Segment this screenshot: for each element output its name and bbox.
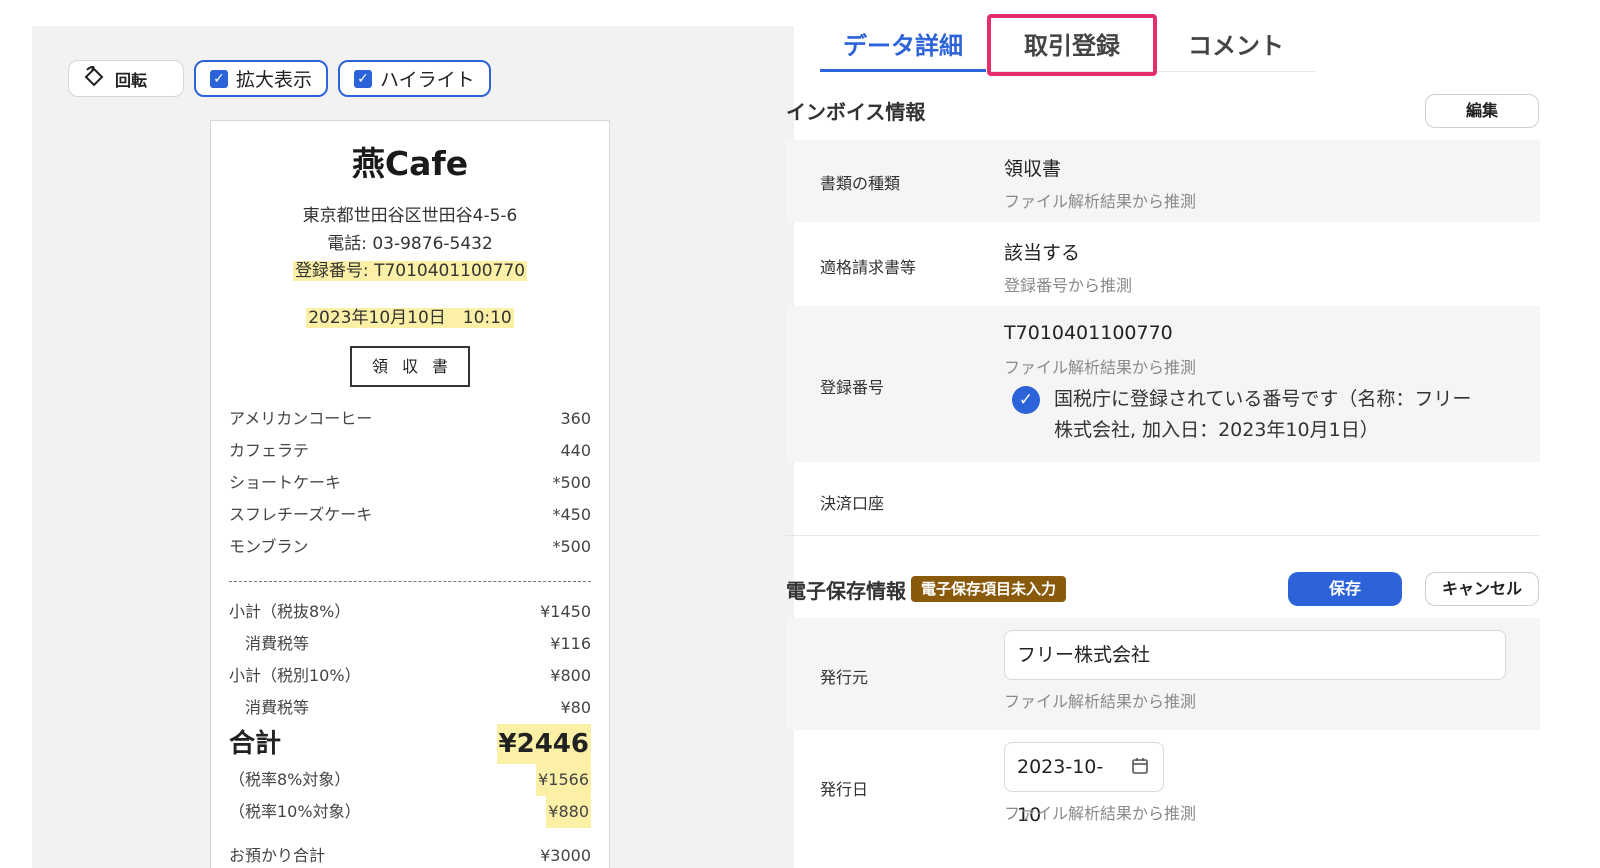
receipt-registration: 登録番号: T7010401100770 (292, 261, 528, 281)
tax-8-label: 消費税等 (245, 634, 310, 653)
receipt-address: 東京都世田谷区世田谷4-5-6 (302, 206, 518, 226)
receipt-phone: 電話: 03-9876-5432 (327, 234, 493, 254)
receipt-items: アメリカンコーヒー 360 カフェラテ 440 ショートケーキ *500 スフレチーズ… (211, 403, 609, 563)
total-value: ¥2446 (496, 724, 591, 764)
item-price: 360 (560, 409, 591, 428)
item-price: *450 (552, 505, 591, 524)
subtotal-8-label: 小計（税抜8%） (229, 602, 351, 621)
rate-10-row: （税率10%対象） ¥880 (229, 796, 591, 828)
calendar-icon[interactable] (1131, 757, 1149, 780)
tab-comment[interactable]: コメント (1156, 22, 1316, 72)
zoom-toggle[interactable]: ✓ 拡大表示 (194, 60, 329, 97)
rotate-label: 回転 (115, 70, 148, 90)
doc-type-value: 領収書 (1004, 158, 1062, 180)
estorage-section-title: 電子保存情報 (786, 579, 906, 603)
highlight-toggle[interactable]: ✓ ハイライト (338, 60, 491, 97)
tax-8-value: ¥116 (550, 634, 591, 653)
checkbox-checked-icon: ✓ (210, 69, 228, 88)
highlight-box (987, 14, 1157, 76)
save-button[interactable]: 保存 (1288, 572, 1402, 606)
edit-button[interactable]: 編集 (1425, 94, 1539, 128)
subtotal-8-value: ¥1450 (540, 602, 591, 621)
issue-date-note: ファイル解析結果から推測 (1004, 804, 1197, 823)
qualified-note: 登録番号から推測 (1004, 276, 1133, 295)
account-label: 決済口座 (820, 494, 885, 513)
preview-toolbar: 回転 ✓ 拡大表示 ✓ ハイライト (68, 60, 491, 97)
registration-verify: ✓ 国税庁に登録されている番号です（名称：フリー株式会社, 加入日：2023年1… (1012, 384, 1482, 446)
highlight-label: ハイライト (380, 69, 475, 91)
check-circle-icon: ✓ (1012, 386, 1040, 414)
receipt-shop-name: 燕Cafe (351, 144, 469, 183)
deposit-value: ¥3000 (540, 846, 591, 865)
rate-8-value: ¥1566 (536, 764, 591, 796)
issue-date-input[interactable]: 2023-10-10 (1004, 742, 1164, 826)
checkbox-checked-icon: ✓ (354, 69, 373, 88)
list-item: アメリカンコーヒー 360 (229, 403, 591, 435)
item-name: カフェラテ (229, 441, 310, 460)
item-price: *500 (552, 473, 591, 492)
invoice-section-title: インボイス情報 (786, 100, 926, 124)
status-badge: 電子保存項目未入力 (911, 576, 1067, 602)
rate-8-label: （税率8%対象） (229, 770, 351, 789)
qualified-value: 該当する (1004, 242, 1081, 264)
receipt-rates: （税率8%対象） ¥1566 （税率10%対象） ¥880 お預かり合計 ¥3000 (211, 764, 609, 868)
total-label: 合計 (229, 729, 282, 759)
receipt-datetime: 2023年10月10日 10:10 (306, 308, 514, 328)
item-name: ショートケーキ (229, 473, 342, 492)
doc-type-label: 書類の種類 (820, 174, 901, 193)
cancel-button[interactable]: キャンセル (1425, 572, 1539, 606)
zoom-label: 拡大表示 (236, 69, 313, 91)
preview-pane: 回転 ✓ 拡大表示 ✓ ハイライト 燕Cafe 東京都世田谷区世田谷4-5-6 … (32, 26, 794, 868)
rate-10-value: ¥880 (546, 796, 591, 828)
registration-note: ファイル解析結果から推測 (1004, 358, 1197, 377)
rotate-button[interactable]: 回転 (68, 60, 184, 97)
subtotal-10-label: 小計（税別10%） (229, 666, 361, 685)
tax-10-row: 消費税等 ¥80 (229, 692, 591, 724)
issuer-note: ファイル解析結果から推測 (1004, 692, 1197, 711)
account-row: 決済口座 (786, 462, 1540, 536)
receipt-subtotals: 小計（税抜8%） ¥1450 消費税等 ¥116 小計（税別10%） ¥800 消費税… (211, 596, 609, 724)
doc-type-row: 書類の種類 領収書 ファイル解析結果から推測 (786, 140, 1540, 222)
item-name: スフレチーズケーキ (229, 505, 373, 524)
registration-verify-text: 国税庁に登録されている番号です（名称：フリー株式会社, 加入日：2023年10月… (1054, 388, 1472, 441)
registration-value: T7010401100770 (1004, 322, 1173, 344)
receipt-divider (229, 581, 591, 582)
qualified-label: 適格請求書等 (820, 258, 917, 277)
rate-10-label: （税率10%対象） (229, 802, 361, 821)
issuer-label: 発行元 (820, 668, 869, 687)
tab-data-details[interactable]: データ詳細 (820, 22, 986, 72)
list-item: カフェラテ 440 (229, 435, 591, 467)
subtotal-10-value: ¥800 (550, 666, 591, 685)
subtotal-8-row: 小計（税抜8%） ¥1450 (229, 596, 591, 628)
receipt-doc-title: 領収書 (350, 346, 470, 387)
deposit-row: お預かり合計 ¥3000 (229, 840, 591, 868)
tax-10-label: 消費税等 (245, 698, 310, 717)
qualified-row: 適格請求書等 該当する 登録番号から推測 (786, 222, 1540, 306)
issue-date-row: 発行日 2023-10-10 ファイル解析結果から推測 (786, 730, 1540, 842)
registration-row: 登録番号 T7010401100770 ファイル解析結果から推測 ✓ 国税庁に登… (786, 306, 1540, 462)
rate-8-row: （税率8%対象） ¥1566 (229, 764, 591, 796)
doc-type-note: ファイル解析結果から推測 (1004, 192, 1197, 211)
list-item: ショートケーキ *500 (229, 467, 591, 499)
receipt-image: 燕Cafe 東京都世田谷区世田谷4-5-6 電話: 03-9876-5432 登… (210, 120, 610, 868)
receipt-total-row: 合計 ¥2446 (211, 724, 609, 764)
issue-date-label: 発行日 (820, 780, 869, 799)
rotate-icon (83, 64, 105, 92)
issuer-input[interactable]: フリー株式会社 (1004, 630, 1506, 680)
item-price: 440 (560, 441, 591, 460)
subtotal-10-row: 小計（税別10%） ¥800 (229, 660, 591, 692)
item-name: アメリカンコーヒー (229, 409, 373, 428)
registration-label: 登録番号 (820, 378, 885, 397)
tax-10-value: ¥80 (560, 698, 591, 717)
list-item: モンブラン *500 (229, 531, 591, 563)
deposit-label: お預かり合計 (229, 846, 326, 865)
tax-8-row: 消費税等 ¥116 (229, 628, 591, 660)
list-item: スフレチーズケーキ *450 (229, 499, 591, 531)
item-price: *500 (552, 537, 591, 556)
item-name: モンブラン (229, 537, 309, 556)
issuer-row: 発行元 フリー株式会社 ファイル解析結果から推測 (786, 618, 1540, 730)
